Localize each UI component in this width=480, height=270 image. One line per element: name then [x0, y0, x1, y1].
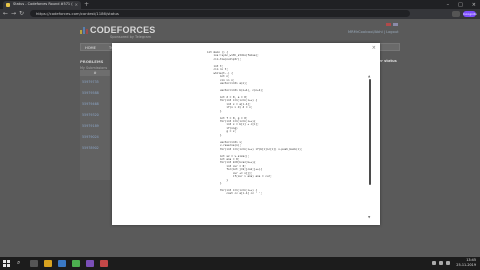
close-modal-icon[interactable]: ×	[372, 46, 376, 51]
submission-link[interactable]: 55979189	[82, 124, 99, 128]
source-code-modal: × int main () { ios::sync_with_stdio(fal…	[112, 43, 380, 225]
language-flags[interactable]	[386, 23, 398, 26]
system-tray	[432, 261, 450, 265]
modal-scrollbar[interactable]	[369, 79, 371, 185]
submission-link[interactable]: 55979320	[82, 113, 99, 117]
submission-link[interactable]: 55979588	[82, 91, 99, 95]
reload-icon[interactable]: ↻	[19, 10, 24, 18]
file-explorer-icon[interactable]	[44, 260, 52, 267]
tab-close-icon[interactable]: ×	[75, 2, 78, 7]
address-toolbar: ← → ↻ https://codeforces.com/contest/118…	[0, 9, 480, 19]
app-icon[interactable]	[100, 260, 108, 267]
clock[interactable]: 13:45 25-11-2019	[456, 258, 476, 268]
scroll-up-icon[interactable]: ▲	[368, 74, 370, 78]
back-icon[interactable]: ←	[3, 10, 8, 18]
task-view-icon[interactable]	[30, 260, 38, 267]
windows-start-icon[interactable]	[3, 260, 10, 267]
browser-tab[interactable]: Status - Codeforces Round #571 (Div. 2) …	[3, 1, 81, 9]
submission-link[interactable]: 55978902	[82, 146, 99, 150]
incognito-icon	[452, 11, 460, 17]
forward-icon[interactable]: →	[11, 10, 16, 18]
english-flag-icon[interactable]	[386, 23, 391, 26]
close-window-icon[interactable]: ×	[472, 2, 476, 8]
window-controls: – □ ×	[447, 0, 476, 9]
col-header: #	[80, 70, 110, 76]
search-icon[interactable]: ⌕	[17, 259, 20, 267]
russian-flag-icon[interactable]	[393, 23, 398, 26]
code-line: cout << a[i-1] << ' ';	[207, 191, 263, 196]
network-icon[interactable]	[432, 261, 436, 265]
windows-taskbar: ⌕ 13:45 25-11-2019	[0, 257, 480, 270]
new-tab-icon[interactable]: +	[84, 1, 89, 8]
user-links[interactable]: MRMrCoolcool/Abhi | Logout	[348, 30, 398, 34]
chrome-icon[interactable]	[72, 260, 80, 267]
volume-icon[interactable]	[439, 261, 443, 265]
maximize-icon[interactable]: □	[458, 2, 463, 8]
submission-link[interactable]: 55979735	[82, 80, 99, 84]
section-label: PROBLEMS	[80, 59, 104, 64]
minimize-icon[interactable]: –	[447, 2, 450, 8]
source-code: int main () { ios::sync_with_stdio(false…	[207, 50, 303, 196]
submission-link[interactable]: 55979468	[82, 102, 99, 106]
submissions-table: # 55979735 55979588 55979468 55979320 559791…	[80, 70, 110, 180]
submission-link[interactable]: 55979024	[82, 135, 99, 139]
menu-item[interactable]: HOME	[85, 46, 96, 50]
profile-button[interactable]: Incognito	[463, 11, 477, 17]
code-line: for(int i=1;i<=n;i++) if(b[i]>c[i]) v.pu…	[207, 146, 303, 151]
tab-title: Status - Codeforces Round #571 (Div. 2)	[13, 2, 73, 6]
browser-tab-bar: Status - Codeforces Round #571 (Div. 2) …	[0, 0, 480, 9]
logo-tagline: Sponsored by Telegram	[110, 35, 152, 39]
url-field[interactable]: https://codeforces.com/contest/1186/stat…	[30, 10, 410, 17]
clock-date: 25-11-2019	[456, 263, 476, 267]
codeforces-favicon-icon	[6, 3, 10, 7]
battery-icon[interactable]	[446, 261, 450, 265]
logo-text: CODEFORCES	[90, 25, 156, 35]
scroll-down-icon[interactable]: ▼	[368, 215, 370, 219]
edge-icon[interactable]	[58, 260, 66, 267]
logo-bars-icon	[80, 26, 88, 34]
vscode-icon[interactable]	[86, 260, 94, 267]
